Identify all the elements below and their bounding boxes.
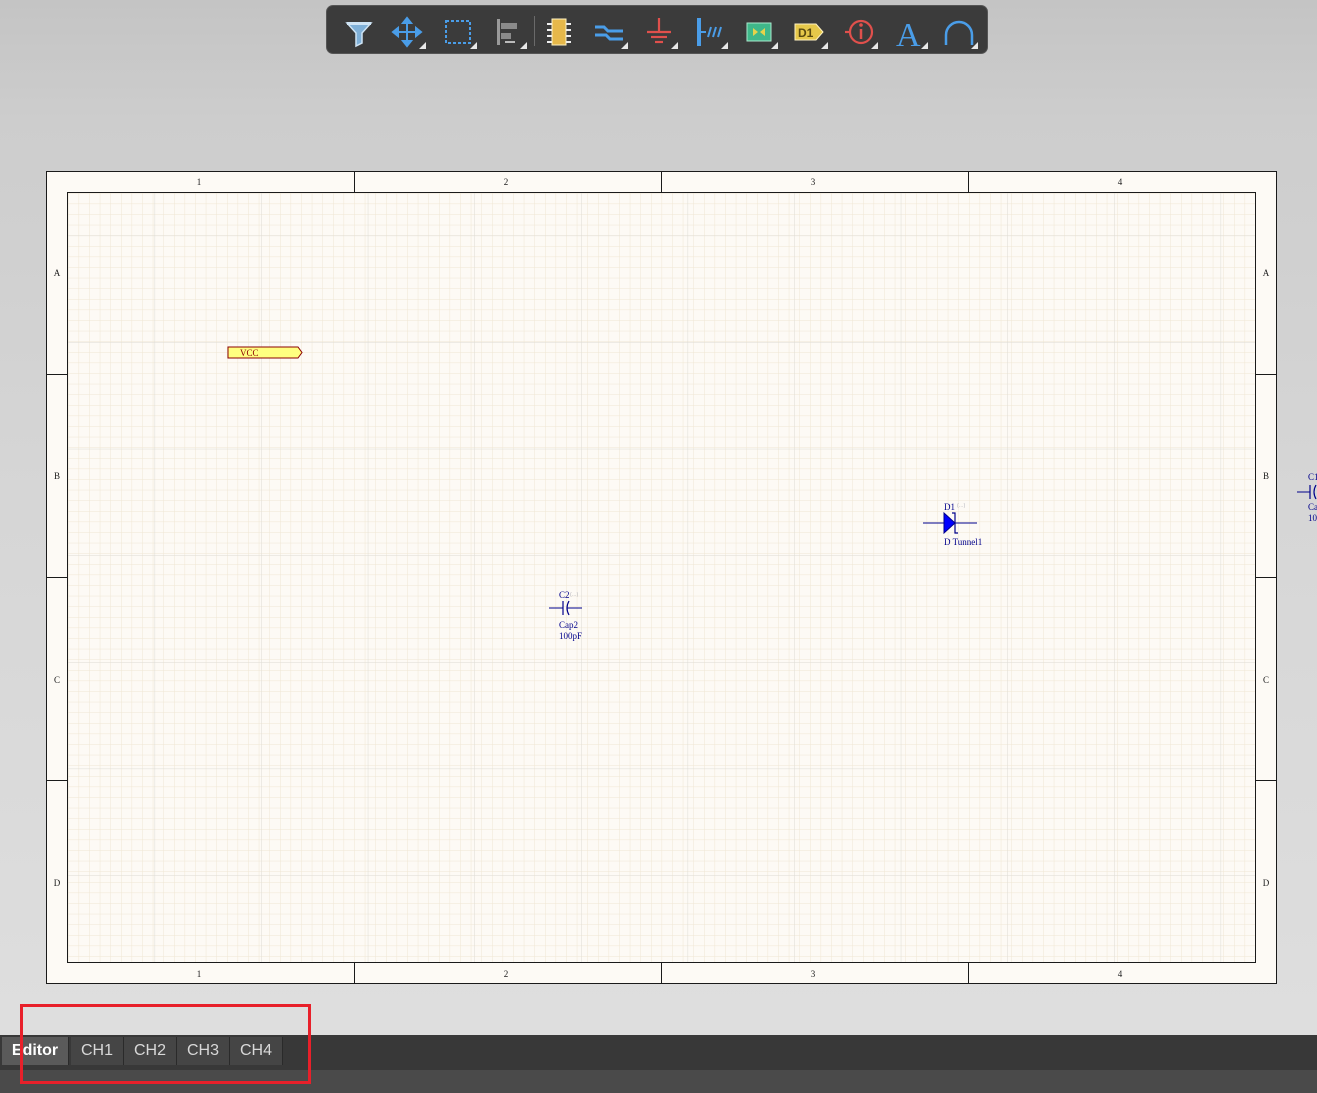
vcc-port[interactable]: VCC bbox=[227, 346, 303, 359]
zone-col-label-top: 2 bbox=[504, 177, 509, 187]
capacitor-c1[interactable]: C1 Ca 10 bbox=[1297, 472, 1317, 523]
zone-row-label-left: D bbox=[54, 878, 61, 888]
d1-hint: (…) bbox=[957, 503, 966, 509]
c2-comment: Cap2 bbox=[559, 620, 578, 630]
annotation-highlight-box bbox=[20, 1004, 311, 1084]
zone-row-label-left: A bbox=[54, 268, 61, 278]
zone-row-label-left: B bbox=[54, 471, 60, 481]
grid-major bbox=[68, 193, 1255, 962]
schematic-sheet[interactable]: 1 2 3 4 1 2 3 4 A B C D A B C D VCC C2 (… bbox=[0, 0, 1317, 1000]
zone-row-label-left: C bbox=[54, 675, 60, 685]
zone-row-label-right: C bbox=[1263, 675, 1269, 685]
zone-col-label-bottom: 3 bbox=[811, 969, 816, 979]
c1-value: 10 bbox=[1308, 513, 1317, 523]
c2-value: 100pF bbox=[559, 631, 582, 641]
zone-row-label-right: A bbox=[1263, 268, 1270, 278]
vcc-port-label: VCC bbox=[240, 348, 259, 358]
zone-col-label-bottom: 2 bbox=[504, 969, 509, 979]
c2-hint: (…) bbox=[570, 592, 579, 598]
zone-col-label-top: 1 bbox=[197, 177, 202, 187]
zone-col-label-top: 4 bbox=[1118, 177, 1123, 187]
c1-designator: C1 bbox=[1308, 472, 1317, 482]
c1-comment: Ca bbox=[1308, 502, 1317, 512]
zone-col-label-bottom: 1 bbox=[197, 969, 202, 979]
d1-designator: D1 bbox=[944, 502, 955, 512]
zone-col-label-top: 3 bbox=[811, 177, 816, 187]
zone-col-label-bottom: 4 bbox=[1118, 969, 1123, 979]
zone-row-label-right: B bbox=[1263, 471, 1269, 481]
c2-designator: C2 bbox=[559, 590, 570, 600]
d1-comment: D Tunnel1 bbox=[944, 537, 982, 547]
zone-row-label-right: D bbox=[1263, 878, 1270, 888]
